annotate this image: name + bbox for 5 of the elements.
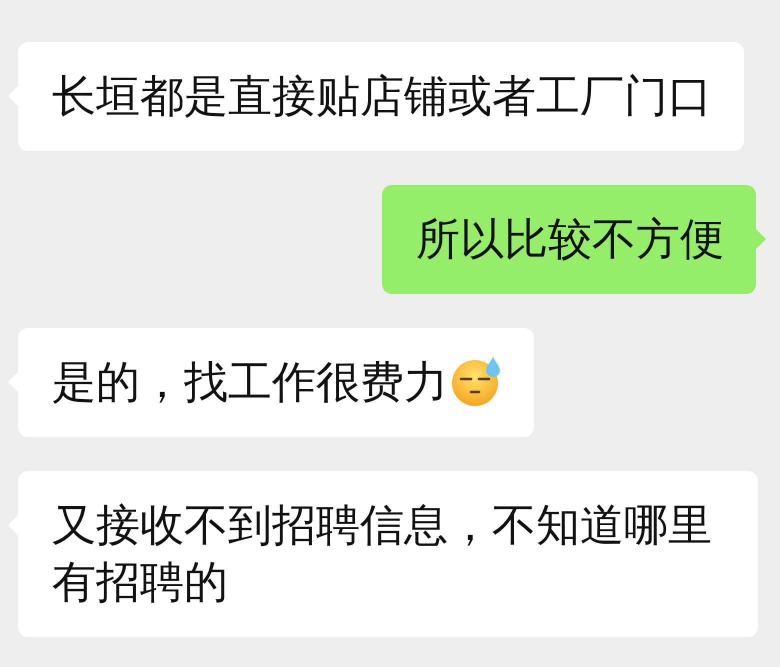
sent-message: 所以比较不方便 [382, 185, 756, 294]
sweating-face-icon [450, 355, 502, 407]
received-message: 是的，找工作很费力 [18, 328, 534, 437]
received-message: 长垣都是直接贴店铺或者工厂门口 [18, 42, 744, 151]
received-message: 又接收不到招聘信息，不知道哪里有招聘的 [18, 471, 758, 637]
